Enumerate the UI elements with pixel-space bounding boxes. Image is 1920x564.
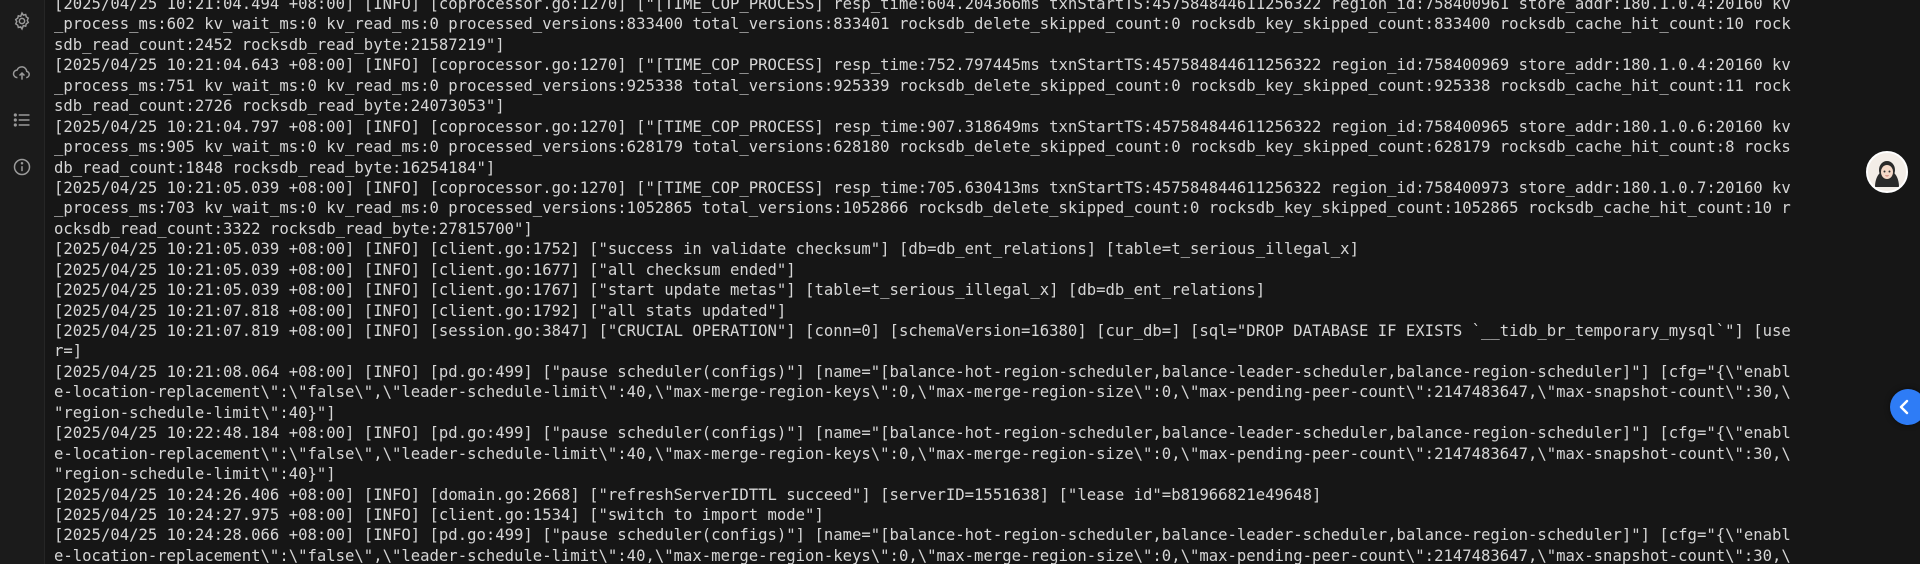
log-line: _process_ms:602 kv_wait_ms:0 kv_read_ms:… [54,15,1791,34]
log-line: _process_ms:905 kv_wait_ms:0 kv_read_ms:… [54,138,1791,157]
log-line: [2025/04/25 10:21:04.643 +08:00] [INFO] … [54,56,1791,75]
terminal-window: [2025/04/25 10:21:04.494 +08:00] [INFO] … [0,0,1920,564]
avatar-icon [1868,153,1906,191]
log-line: [2025/04/25 10:21:05.039 +08:00] [INFO] … [54,240,1359,259]
log-line: [2025/04/25 10:24:26.406 +08:00] [INFO] … [54,485,1322,504]
log-line: [2025/04/25 10:21:08.064 +08:00] [INFO] … [54,362,1791,381]
gear-icon[interactable] [12,11,32,31]
log-line: "region-schedule-limit\":40}"] [54,465,336,484]
log-line: ocksdb_read_count:3322 rocksdb_read_byte… [54,219,533,238]
sidebar [0,0,45,564]
log-line: [2025/04/25 10:21:04.494 +08:00] [INFO] … [54,0,1791,13]
log-line: [2025/04/25 10:24:28.066 +08:00] [INFO] … [54,526,1791,545]
log-line: sdb_read_count:2452 rocksdb_read_byte:21… [54,35,505,54]
log-line: [2025/04/25 10:21:05.039 +08:00] [INFO] … [54,281,1266,300]
log-line: "region-schedule-limit\":40}"] [54,403,336,422]
chevron-left-icon [1899,399,1909,415]
log-output: [2025/04/25 10:21:04.494 +08:00] [INFO] … [54,0,1908,564]
info-icon[interactable] [12,157,32,177]
log-line: _process_ms:751 kv_wait_ms:0 kv_read_ms:… [54,76,1791,95]
log-line: [2025/04/25 10:21:07.818 +08:00] [INFO] … [54,301,787,320]
log-line: e-location-replacement\":\"false\",\"lea… [54,546,1791,564]
log-line: [2025/04/25 10:22:48.184 +08:00] [INFO] … [54,424,1791,443]
log-line: _process_ms:703 kv_wait_ms:0 kv_read_ms:… [54,199,1791,218]
log-line: [2025/04/25 10:21:05.039 +08:00] [INFO] … [54,178,1791,197]
log-line: e-location-replacement\":\"false\",\"lea… [54,383,1791,402]
log-line: [2025/04/25 10:24:27.975 +08:00] [INFO] … [54,505,824,524]
cloud-sync-icon[interactable] [12,63,32,83]
log-line: db_read_count:1848 rocksdb_read_byte:162… [54,158,496,177]
list-icon[interactable] [12,110,32,130]
log-line: [2025/04/25 10:21:05.039 +08:00] [INFO] … [54,260,796,279]
collapse-panel-button[interactable] [1890,389,1920,425]
log-line: sdb_read_count:2726 rocksdb_read_byte:24… [54,97,505,116]
log-line: e-location-replacement\":\"false\",\"lea… [54,444,1791,463]
log-line: [2025/04/25 10:21:07.819 +08:00] [INFO] … [54,322,1791,340]
log-line: r=] [54,342,83,361]
log-line: [2025/04/25 10:21:04.797 +08:00] [INFO] … [54,117,1791,136]
avatar[interactable] [1866,151,1908,193]
